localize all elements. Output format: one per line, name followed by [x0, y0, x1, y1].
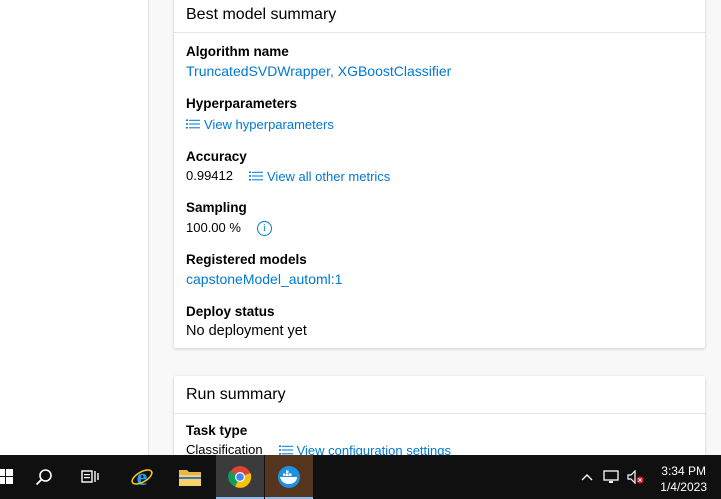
info-icon[interactable]: i: [256, 220, 272, 236]
registered-models-field: Registered models capstoneModel_automl:1: [186, 251, 342, 289]
file-explorer-button[interactable]: [166, 455, 214, 499]
file-explorer-icon: [179, 470, 201, 486]
windows-start-icon: [0, 469, 13, 484]
view-all-metrics-link[interactable]: View all other metrics: [249, 169, 390, 184]
registered-models-label: Registered models: [186, 252, 307, 267]
task-view-button[interactable]: [66, 455, 114, 499]
registered-model-link[interactable]: capstoneModel_automl:1: [186, 269, 342, 289]
view-hyperparameters-label: View hyperparameters: [204, 116, 334, 132]
network-button[interactable]: [600, 470, 624, 484]
task-view-icon: [81, 470, 99, 483]
accuracy-label: Accuracy: [186, 149, 247, 164]
algorithm-field: Algorithm name TruncatedSVDWrapper, XGBo…: [186, 43, 451, 81]
chrome-icon: [228, 466, 252, 488]
deploy-status-field: Deploy status No deployment yet: [186, 303, 307, 341]
search-button[interactable]: [20, 455, 68, 499]
left-navigation-pane: [0, 0, 149, 455]
clock-time: 3:34 PM: [661, 464, 706, 478]
system-tray: [578, 455, 646, 499]
list-icon: [186, 119, 200, 129]
volume-muted-icon: [627, 470, 644, 484]
sampling-label: Sampling: [186, 200, 247, 215]
internet-explorer-icon: e: [131, 465, 153, 489]
algorithm-link[interactable]: TruncatedSVDWrapper, XGBoostClassifier: [186, 61, 451, 81]
list-icon: [278, 445, 293, 455]
view-hyperparameters-link[interactable]: View hyperparameters: [186, 113, 334, 135]
hyperparameters-field: Hyperparameters View hyperparameters: [186, 95, 334, 135]
docker-button[interactable]: [265, 455, 313, 499]
clock[interactable]: 3:34 PM 1/4/2023: [660, 463, 707, 495]
algorithm-label: Algorithm name: [186, 44, 289, 59]
hyperparameters-label: Hyperparameters: [186, 96, 298, 111]
view-all-metrics-label: View all other metrics: [267, 168, 391, 184]
volume-button[interactable]: [626, 470, 646, 484]
task-type-label: Task type: [186, 423, 248, 438]
clock-date: 1/4/2023: [660, 480, 707, 494]
best-model-summary-card: Best model summary Algorithm name Trunca…: [174, 0, 705, 348]
deploy-status-value: No deployment yet: [186, 323, 307, 339]
accuracy-value: 0.99412: [186, 168, 233, 183]
docker-icon: [278, 466, 300, 488]
chevron-up-icon: [581, 474, 593, 481]
accuracy-field: Accuracy 0.99412 View all other metrics: [186, 148, 390, 186]
chrome-button[interactable]: [216, 455, 264, 499]
svg-text:e: e: [137, 465, 148, 489]
list-icon: [249, 171, 263, 181]
windows-taskbar: e 3:34 PM 1/4/2023: [0, 455, 721, 499]
run-summary-title: Run summary: [174, 376, 705, 414]
run-summary-card: Run summary Task type Classification Vie…: [174, 376, 705, 466]
sampling-value: 100.00 %: [186, 220, 241, 235]
best-model-summary-title: Best model summary: [174, 0, 705, 33]
search-icon: [35, 469, 52, 486]
show-hidden-icons-button[interactable]: [578, 473, 596, 481]
network-icon: [603, 470, 619, 483]
internet-explorer-button[interactable]: e: [118, 455, 166, 499]
deploy-status-label: Deploy status: [186, 304, 275, 319]
sampling-field: Sampling 100.00 % i: [186, 199, 272, 239]
